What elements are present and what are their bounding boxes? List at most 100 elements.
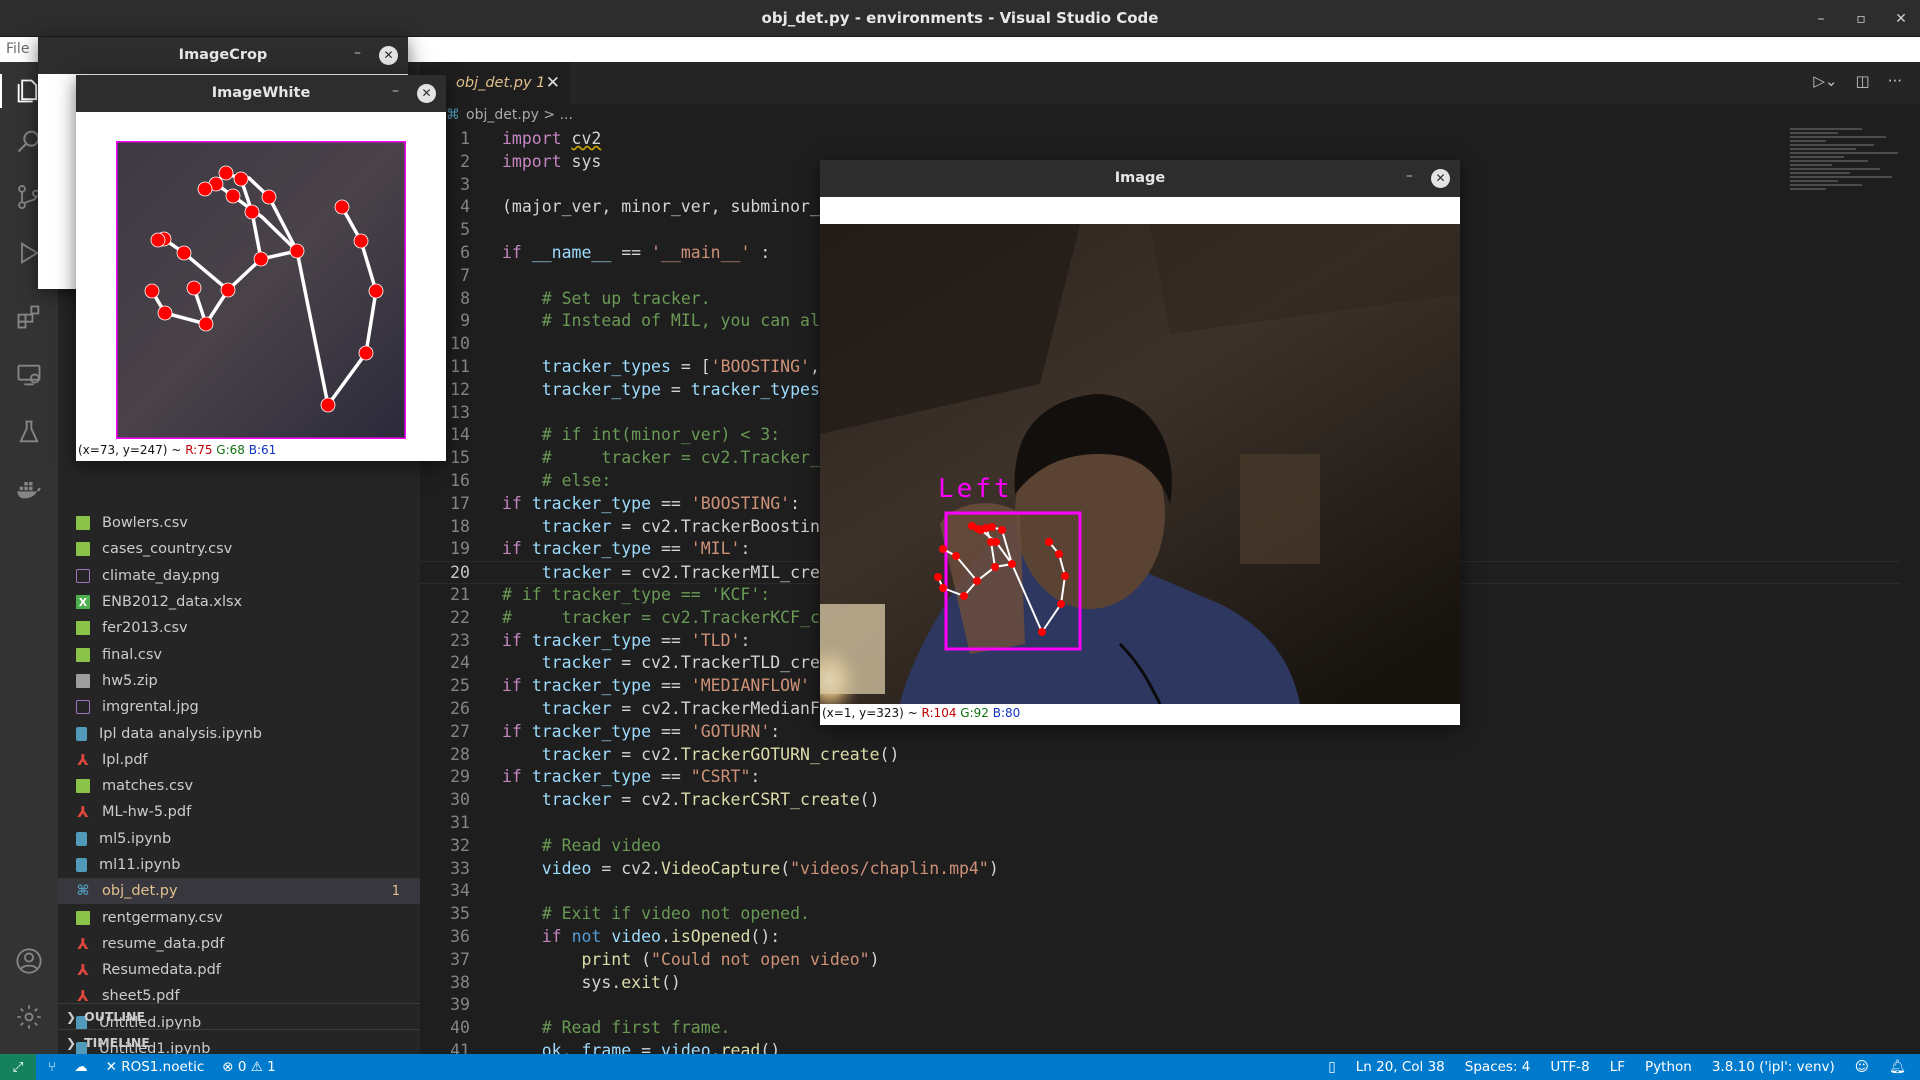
close-button[interactable]: ✕ xyxy=(379,46,398,65)
breadcrumb-rest[interactable]: > ... xyxy=(543,107,573,123)
code-line[interactable]: 28 tracker = cv2.TrackerGOTURN_create() xyxy=(420,744,1900,767)
code-text[interactable]: tracker_types = ['BOOSTING', xyxy=(502,356,820,379)
code-text[interactable]: # if tracker_type == 'KCF': xyxy=(502,584,770,607)
code-text[interactable]: tracker = cv2.TrackerTLD_cre xyxy=(502,652,820,675)
layout-icon[interactable]: ▯ xyxy=(1328,1059,1335,1075)
eol-status[interactable]: LF xyxy=(1610,1059,1625,1075)
problems-status[interactable]: ⊗ 0 ⚠ 1 xyxy=(222,1059,275,1075)
cursor-position[interactable]: Ln 20, Col 38 xyxy=(1356,1059,1445,1075)
list-item[interactable]: ⅄ Resumedata.pdf xyxy=(58,957,420,983)
maximize-window-button[interactable]: ▫ xyxy=(1852,11,1870,27)
code-text[interactable]: sys.exit() xyxy=(502,972,680,995)
code-line[interactable]: 36 if not video.isOpened(): xyxy=(420,926,1900,949)
code-line[interactable]: 1 import cv2 xyxy=(420,128,1900,151)
list-item[interactable]: X ENB2012_data.xlsx xyxy=(58,589,420,615)
code-text[interactable]: if tracker_type == 'TLD': xyxy=(502,630,750,653)
feedback-icon[interactable]: ☺ xyxy=(1855,1059,1869,1075)
code-text[interactable]: print ("Could not open video") xyxy=(502,949,879,972)
code-text[interactable]: # else: xyxy=(502,470,612,493)
code-line[interactable]: 31 xyxy=(420,812,1900,835)
settings-gear-icon[interactable] xyxy=(12,1000,46,1034)
close-button[interactable]: ✕ xyxy=(417,84,436,103)
list-item[interactable]: cases_country.csv xyxy=(58,536,420,562)
code-line[interactable]: 29 if tracker_type == "CSRT": xyxy=(420,766,1900,789)
code-text[interactable]: if tracker_type == 'MEDIANFLOW' xyxy=(502,675,810,698)
code-text[interactable]: import cv2 xyxy=(502,128,601,151)
code-line[interactable]: 35 # Exit if video not opened. xyxy=(420,903,1900,926)
encoding-status[interactable]: UTF-8 xyxy=(1550,1059,1589,1075)
minimize-window-button[interactable]: – xyxy=(1812,11,1830,27)
minimize-button[interactable]: – xyxy=(1406,168,1413,184)
more-actions-icon[interactable]: ··· xyxy=(1888,72,1902,90)
code-text[interactable]: # tracker = cv2.TrackerKCF_c xyxy=(502,607,820,630)
webcam-frame-image[interactable]: Left xyxy=(820,224,1460,704)
image-titlebar[interactable]: Image – ✕ xyxy=(820,160,1460,197)
split-editor-icon[interactable]: ◫ xyxy=(1856,72,1870,90)
code-text[interactable]: tracker = cv2.TrackerMIL_cre xyxy=(502,562,820,585)
code-text[interactable]: ok, frame = video.read() xyxy=(502,1040,780,1054)
close-window-button[interactable]: ✕ xyxy=(1892,11,1910,27)
list-item[interactable]: Ipl data analysis.ipynb xyxy=(58,720,420,746)
list-item[interactable]: hw5.zip xyxy=(58,668,420,694)
list-item[interactable]: imgrental.jpg xyxy=(58,694,420,720)
code-text[interactable]: tracker = cv2.TrackerMedianF xyxy=(502,698,820,721)
testing-icon[interactable] xyxy=(12,415,46,449)
breadcrumb-file[interactable]: obj_det.py xyxy=(466,107,539,123)
docker-icon[interactable] xyxy=(12,472,46,506)
list-item[interactable]: ⅄ resume_data.pdf xyxy=(58,931,420,957)
python-interpreter[interactable]: 3.8.10 ('ipl': venv) xyxy=(1712,1059,1835,1075)
code-line[interactable]: 32 # Read video xyxy=(420,835,1900,858)
code-text[interactable]: if tracker_type == 'BOOSTING': xyxy=(502,493,800,516)
code-text[interactable]: if not video.isOpened(): xyxy=(502,926,780,949)
close-button[interactable]: ✕ xyxy=(1431,169,1450,188)
list-item[interactable]: ml5.ipynb xyxy=(58,826,420,852)
code-line[interactable]: 33 video = cv2.VideoCapture("videos/chap… xyxy=(420,858,1900,881)
code-text[interactable]: video = cv2.VideoCapture("videos/chaplin… xyxy=(502,858,999,881)
code-line[interactable]: 39 xyxy=(420,994,1900,1017)
close-icon[interactable]: ✕ xyxy=(546,73,560,93)
list-item[interactable]: ml11.ipynb xyxy=(58,852,420,878)
code-text[interactable]: # tracker = cv2.Tracker_ xyxy=(502,447,820,470)
list-item-active[interactable]: ⌘ obj_det.py 1 xyxy=(58,878,420,905)
code-text[interactable]: # if int(minor_ver) < 3: xyxy=(502,424,780,447)
code-line[interactable]: 30 tracker = cv2.TrackerCSRT_create() xyxy=(420,789,1900,812)
git-branch-icon[interactable]: ⑂ xyxy=(48,1059,56,1075)
notifications-bell-icon[interactable]: 🔔︎ xyxy=(1889,1059,1906,1075)
code-text[interactable]: (major_ver, minor_ver, subminor_ xyxy=(502,196,820,219)
code-text[interactable]: tracker = cv2.TrackerCSRT_create() xyxy=(502,789,880,812)
code-text[interactable]: # Instead of MIL, you can al xyxy=(502,310,820,333)
code-text[interactable]: # Read video xyxy=(502,835,661,858)
code-text[interactable]: # Exit if video not opened. xyxy=(502,903,810,926)
code-text[interactable]: tracker = cv2.TrackerGOTURN_create() xyxy=(502,744,900,767)
minimize-button[interactable]: – xyxy=(354,45,361,61)
code-line[interactable]: 41 ok, frame = video.read() xyxy=(420,1040,1900,1054)
minimize-button[interactable]: – xyxy=(392,83,399,99)
code-text[interactable]: if tracker_type == 'MIL': xyxy=(502,538,750,561)
remote-indicator-icon[interactable]: ⤢ xyxy=(0,1054,36,1080)
minimap[interactable] xyxy=(1790,128,1910,328)
imagecrop-titlebar[interactable]: ImageCrop – ✕ xyxy=(38,37,408,74)
code-text[interactable]: tracker_type = tracker_types xyxy=(502,379,820,402)
indentation-status[interactable]: Spaces: 4 xyxy=(1465,1059,1531,1075)
code-line[interactable]: 34 xyxy=(420,880,1900,903)
list-item[interactable]: ⅄ ML-hw-5.pdf xyxy=(58,799,420,825)
language-mode[interactable]: Python xyxy=(1645,1059,1692,1075)
code-text[interactable]: if tracker_type == 'GOTURN': xyxy=(502,721,780,744)
list-item[interactable]: rentgermany.csv xyxy=(58,904,420,930)
code-text[interactable]: # Read first frame. xyxy=(502,1017,731,1040)
code-line[interactable]: 40 # Read first frame. xyxy=(420,1017,1900,1040)
code-text[interactable]: tracker = cv2.TrackerBoostin xyxy=(502,516,820,539)
code-line[interactable]: 38 sys.exit() xyxy=(420,972,1900,995)
outline-section[interactable]: ❯ OUTLINE xyxy=(58,1003,420,1029)
accounts-icon[interactable] xyxy=(12,944,46,978)
code-text[interactable]: import sys xyxy=(502,151,601,174)
list-item[interactable]: matches.csv xyxy=(58,773,420,799)
code-text[interactable]: # Set up tracker. xyxy=(502,288,711,311)
hand-crop-image[interactable] xyxy=(116,141,406,439)
code-text[interactable]: if tracker_type == "CSRT": xyxy=(502,766,760,789)
list-item[interactable]: final.csv xyxy=(58,641,420,667)
run-file-icon[interactable]: ▷⌄ xyxy=(1813,72,1837,90)
menu-file[interactable]: File xyxy=(6,41,29,57)
list-item[interactable]: climate_day.png xyxy=(58,563,420,589)
imagewhite-titlebar[interactable]: ImageWhite – ✕ xyxy=(76,75,446,112)
